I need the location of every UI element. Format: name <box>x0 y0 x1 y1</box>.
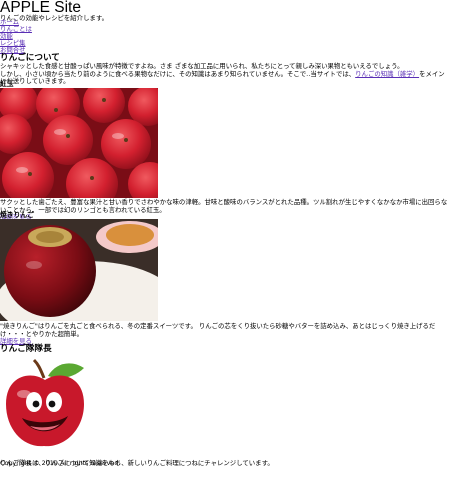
yakiringo-description: "焼きりんご"はりんごを丸ごと食べられる、冬の定番スイーツです。 りんごの芯をく… <box>0 322 436 338</box>
apple-captain-mascot <box>0 356 450 451</box>
kougyoku-section: 紅玉 サクッとした歯ごたえ、豊富な果汁と甘い香りでさわやかな味の津軽。甘味と酸味… <box>0 80 450 222</box>
kougyoku-heading: 紅玉 <box>0 80 14 88</box>
kougyoku-photo <box>0 88 158 198</box>
nav-item-about[interactable]: りんごとは <box>0 26 200 33</box>
yakiringo-section: 焼きりんご "焼きりんご"はりんごを丸ごと食べられる、冬の定番スイーツです。 り… <box>0 211 450 346</box>
main-nav: ホーム りんごとは 効能 レシピ集 お問合せ <box>0 19 200 54</box>
baked-apple-image <box>0 219 158 321</box>
captain-heading: りんご隊隊長 <box>0 344 52 354</box>
red-apples-image <box>0 88 158 198</box>
yakiringo-heading: 焼きりんご <box>0 211 34 219</box>
apple-mascot-image <box>6 358 84 447</box>
captain-section: りんご隊隊長 りんご隊長は、りんごについて知識をもち、新しいりんご料理につねにチ… <box>0 344 450 468</box>
site-title: APPLE Site <box>0 0 81 16</box>
copyright-text: Copyright © 2019 All rights reserved. <box>0 459 121 467</box>
yakiringo-photo <box>0 219 158 321</box>
site-footer: Copyright © 2019 All rights reserved. <box>0 459 450 468</box>
nav-item-benefits[interactable]: 効能 <box>0 32 200 40</box>
nav-item-recipes[interactable]: レシピ集 <box>0 39 200 47</box>
apple-knowledge-link[interactable]: りんごの知識（雑学） <box>355 70 419 78</box>
